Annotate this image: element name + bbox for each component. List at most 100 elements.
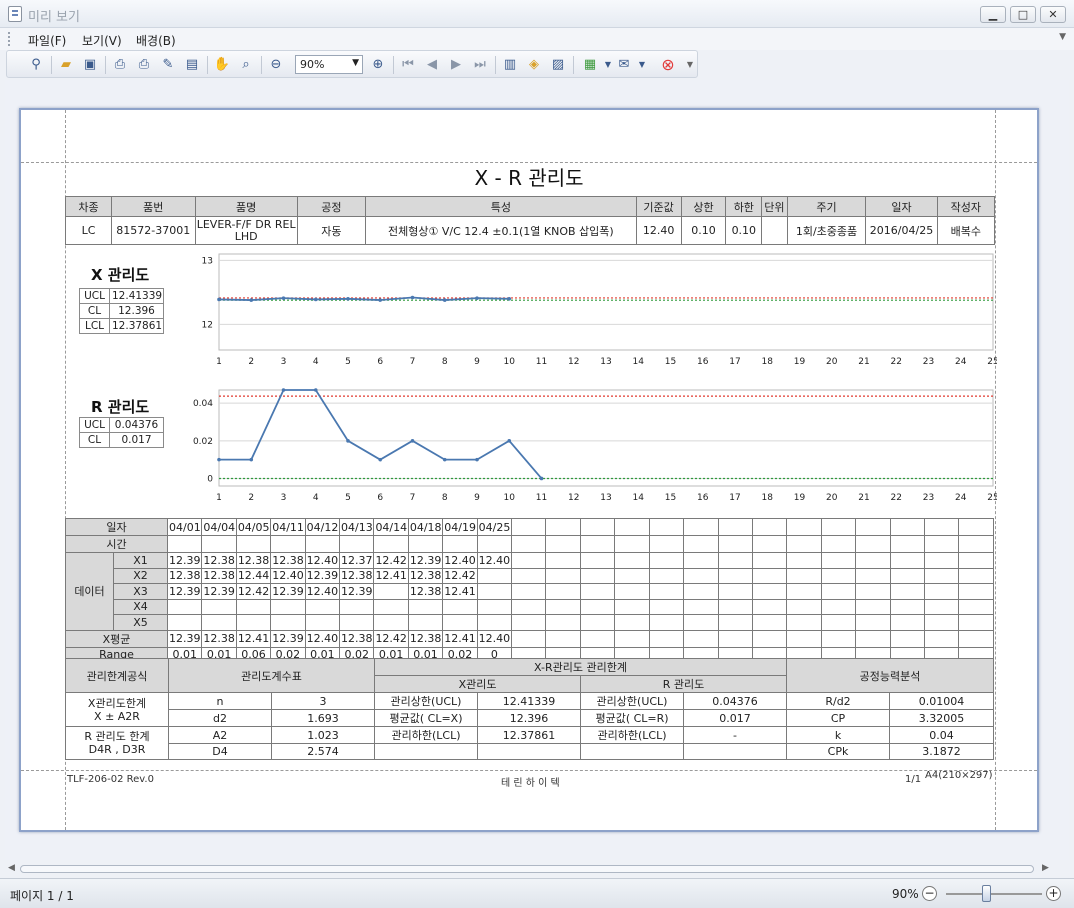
coef-label: D4 (168, 743, 272, 760)
first-page-icon[interactable]: ⏮ (399, 56, 417, 74)
export-icon[interactable]: ▦ (581, 56, 599, 74)
next-page-icon[interactable]: ▶ (447, 56, 465, 74)
header-col-value: 자동 (296, 216, 367, 245)
date-row-cell: 04/01 (166, 518, 203, 536)
r-limit-label: UCL (79, 417, 110, 433)
x-cell: 12.38 (339, 567, 375, 584)
maximize-button[interactable]: □ (1010, 6, 1036, 23)
watermark-icon[interactable]: ▨ (549, 56, 567, 74)
x-cell (855, 614, 891, 631)
zoom-out-button[interactable]: − (922, 886, 937, 901)
time-row-cell (751, 535, 788, 553)
header-col-label: 공정 (296, 196, 367, 217)
data-point (249, 457, 254, 462)
y-tick-label: 0.02 (193, 437, 213, 447)
x-cell (648, 567, 685, 584)
coef-label: A2 (168, 726, 272, 744)
zoom-out-icon[interactable]: ⊖ (267, 56, 285, 74)
x-tick-label: 21 (858, 357, 869, 367)
mean-row-cell (958, 629, 994, 648)
x-cell (270, 598, 306, 615)
time-row-cell (889, 535, 925, 553)
toolbar-overflow-icon[interactable]: ▼ (681, 56, 699, 74)
x-tick-label: 7 (410, 357, 416, 367)
x-cell (889, 598, 925, 615)
x-cell (373, 614, 409, 631)
minimize-button[interactable]: ▁ (980, 6, 1006, 23)
print-icon[interactable]: ⎙ (135, 56, 153, 74)
r-formula-expr: D4R , D3R (88, 742, 146, 756)
date-row-cell: 04/19 (442, 518, 478, 536)
x-tick-label: 8 (442, 357, 448, 367)
x-cell (648, 552, 685, 569)
data-point (281, 388, 286, 392)
page-layout-icon[interactable]: ▤ (183, 56, 201, 74)
horizontal-scrollbar[interactable]: ◀ ▶ (0, 860, 1074, 878)
r-chart: 00.020.041 2 3 4 5 6 7 8 9 10 11 12 13 14 15 16 17 18 19 20… (193, 388, 997, 503)
menu-background[interactable]: 배경(B) (136, 32, 176, 49)
data-point (378, 298, 383, 302)
r-limit-label: CL (79, 432, 110, 448)
menu-overflow-icon[interactable]: ▼ (1059, 32, 1066, 42)
x-cell: 12.39 (201, 583, 237, 600)
header-col-value: LEVER-F/F DR REL LHD (194, 216, 298, 245)
data-point (410, 439, 415, 443)
email-dropdown-icon[interactable]: ▼ (633, 56, 651, 74)
data-point (378, 457, 383, 462)
data-point (507, 297, 512, 301)
x-limit-value: 12.41339 (477, 692, 582, 710)
zoom-slider[interactable] (946, 893, 1042, 895)
close-preview-icon[interactable]: ⊗ (659, 56, 677, 74)
x-cell (786, 583, 822, 600)
mean-row-cell: 12.39 (166, 629, 203, 648)
x-tick-label: 9 (474, 357, 480, 367)
zoom-in-icon[interactable]: ⊕ (369, 56, 387, 74)
scroll-left-icon[interactable]: ◀ (8, 863, 15, 873)
x-cell (889, 583, 925, 600)
zoom-select[interactable]: 90% ▼ (295, 55, 363, 74)
magnifier-icon[interactable]: ⌕ (237, 56, 255, 74)
capability-value: 0.01004 (889, 692, 995, 710)
time-row-cell (614, 535, 650, 553)
prev-page-icon[interactable]: ◀ (423, 56, 441, 74)
background-color-icon[interactable]: ◈ (525, 56, 543, 74)
save-icon[interactable]: ▣ (81, 56, 99, 74)
find-icon[interactable]: ⚲ (27, 56, 45, 74)
xbar-chart-title: X 관리도 (91, 266, 150, 284)
r-limit-value: 0.04376 (109, 417, 164, 433)
quick-print-icon[interactable]: ✎ (159, 56, 177, 74)
scroll-thumb[interactable] (20, 865, 1034, 873)
x-tick-label: 13 (600, 493, 611, 503)
x-cell: 12.39 (339, 583, 375, 600)
x-limit-label: 관리하한(LCL) (374, 726, 479, 744)
open-icon[interactable]: ▰ (57, 56, 75, 74)
x-cell (511, 583, 547, 600)
page-setup-icon[interactable]: ⎙ (111, 56, 129, 74)
email-icon[interactable]: ✉ (615, 56, 633, 74)
last-page-icon[interactable]: ⏭ (471, 56, 489, 74)
x-limit-value (477, 743, 582, 760)
scroll-right-icon[interactable]: ▶ (1042, 863, 1049, 873)
time-row-cell (579, 535, 616, 553)
x-cell (958, 583, 994, 600)
menu-view[interactable]: 보기(V) (82, 32, 122, 49)
zoom-slider-thumb[interactable] (982, 885, 991, 902)
date-row-cell (614, 518, 650, 536)
x-cell (614, 567, 650, 584)
multi-page-icon[interactable]: ▥ (501, 56, 519, 74)
menu-bar: 파일(F) 보기(V) 배경(B) ▼ (0, 28, 1074, 50)
x-tick-label: 15 (665, 357, 676, 367)
header-col-value: 2016/04/25 (865, 216, 938, 245)
close-button[interactable]: ✕ (1040, 6, 1066, 23)
capability-label: R/d2 (786, 692, 891, 710)
menu-file[interactable]: 파일(F) (28, 32, 66, 49)
x-tick-label: 15 (665, 493, 676, 503)
zoom-in-button[interactable]: + (1046, 886, 1061, 901)
report-header-table: 차종 품번 품명 공정 특성 기준값 상한 하한 단위 주기 일자 작성자 LC 81572-37001… (65, 196, 996, 245)
header-col-label: 품번 (110, 196, 196, 217)
hand-tool-icon[interactable]: ✋ (213, 56, 231, 74)
x-cell: 12.39 (166, 552, 203, 569)
time-row-cell (958, 535, 994, 553)
mean-row-cell (889, 629, 925, 648)
x-cell: 12.40 (270, 567, 306, 584)
